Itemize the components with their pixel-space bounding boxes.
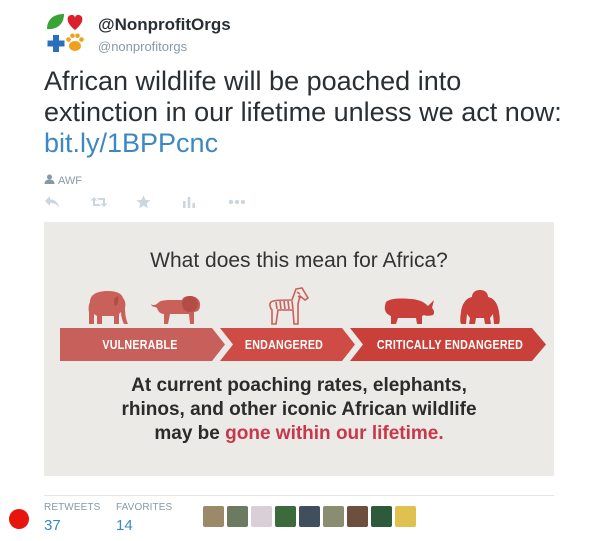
display-name[interactable]: @NonprofitOrgs: [98, 15, 231, 35]
tweet-link[interactable]: bit.ly/1BPPcnc: [44, 128, 218, 158]
media-body-line-2: rhinos, and other iconic African wildlif…: [121, 399, 477, 420]
lion-icon: [151, 296, 201, 324]
tweet-media-card[interactable]: What does this mean for Africa? VULNERAB…: [44, 222, 554, 476]
avatar[interactable]: [299, 506, 320, 527]
avatar[interactable]: [395, 506, 416, 527]
tweet-actions: [44, 192, 274, 212]
retweets-label: RETWEETS: [44, 502, 101, 513]
favorites-count[interactable]: 14: [116, 517, 188, 534]
media-body-highlight: gone within our lifetime.: [225, 423, 444, 444]
media-body-line-1: At current poaching rates, elephants,: [131, 375, 467, 396]
avatar[interactable]: [323, 506, 344, 527]
nonprofitorgs-logo[interactable]: [44, 10, 88, 54]
avatar[interactable]: [227, 506, 248, 527]
elephant-icon: [88, 291, 128, 324]
user-handle[interactable]: @nonprofitorgs: [98, 39, 231, 54]
label-critically-endangered: CRITICALLY ENDANGERED: [376, 337, 524, 352]
tweet-body: African wildlife will be poached into ex…: [44, 66, 562, 127]
favorite-icon[interactable]: [136, 192, 182, 212]
divider: [44, 495, 554, 496]
label-vulnerable: VULNERABLE: [102, 337, 178, 352]
tweet-stats: RETWEETS 37 FAVORITES 14: [44, 502, 188, 534]
media-body: At current poaching rates, elephants, rh…: [44, 374, 554, 446]
media-title: What does this mean for Africa?: [150, 249, 448, 272]
user-icon: [44, 174, 55, 187]
avatar[interactable]: [371, 506, 392, 527]
via-label[interactable]: AWF: [58, 175, 82, 187]
via-attribution: AWF: [44, 174, 82, 187]
media-body-line-3-prefix: may be: [154, 423, 226, 444]
avatar[interactable]: [275, 506, 296, 527]
favorites-label: FAVORITES: [116, 502, 173, 513]
retweets-stat[interactable]: RETWEETS 37: [44, 502, 116, 534]
tweet-text: African wildlife will be poached into ex…: [44, 66, 564, 159]
zebra-icon: [269, 287, 310, 325]
retweets-count[interactable]: 37: [44, 517, 116, 534]
favoriter-avatars: [203, 506, 416, 527]
favorites-stat[interactable]: FAVORITES 14: [116, 502, 188, 534]
avatar[interactable]: [251, 506, 272, 527]
tweet-header: @NonprofitOrgs @nonprofitorgs: [44, 10, 564, 54]
rhino-icon: [384, 298, 435, 324]
gorilla-icon: [460, 290, 500, 324]
record-indicator: [9, 509, 29, 529]
media-body-line-3: may be gone within our lifetime.: [44, 422, 554, 446]
stats-icon[interactable]: [182, 192, 228, 212]
avatar[interactable]: [347, 506, 368, 527]
reply-icon[interactable]: [44, 192, 90, 212]
label-endangered: ENDANGERED: [244, 337, 324, 352]
avatar[interactable]: [203, 506, 224, 527]
more-icon[interactable]: [228, 192, 274, 212]
retweet-icon[interactable]: [90, 192, 136, 212]
